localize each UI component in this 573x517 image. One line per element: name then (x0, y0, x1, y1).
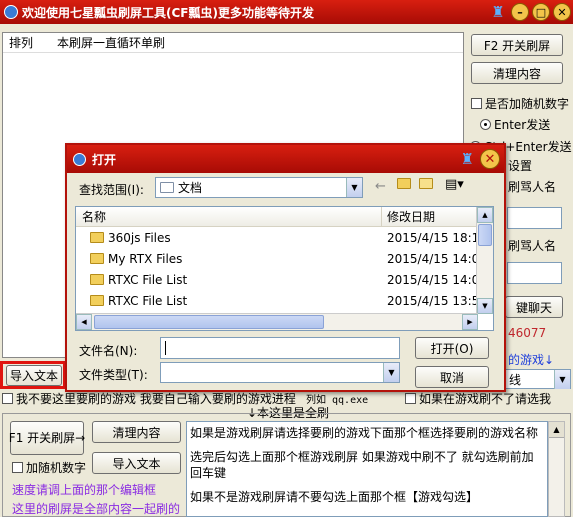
list-header: 排列 本刷屏一直循环单刷 (3, 33, 463, 53)
file-name: RTXC File List (108, 272, 188, 287)
look-in-select[interactable]: 文档 ▼ (155, 177, 363, 198)
bottom-clear-button[interactable]: 清理内容 (92, 421, 181, 443)
dialog-title-bar: 打开 ♜ ✕ (67, 145, 504, 173)
bottom-random-digit-checkbox[interactable] (12, 462, 23, 473)
skin-icon[interactable]: ♜ (461, 150, 474, 168)
bottom-random-digit-option[interactable]: 加随机数字 (12, 459, 86, 476)
random-digit-checkbox[interactable] (471, 98, 482, 109)
enter-send-option[interactable]: Enter发送 (480, 116, 550, 133)
back-arrow-icon[interactable]: ← (375, 179, 386, 194)
f2-toggle-button[interactable]: F2 开关刷屏 (471, 34, 563, 56)
enter-send-radio[interactable] (480, 119, 491, 130)
up-folder-icon[interactable] (397, 178, 411, 193)
text-cursor (165, 341, 166, 355)
column-name[interactable]: 名称 (76, 207, 382, 226)
close-button[interactable]: ✕ (553, 3, 571, 21)
vscroll-thumb[interactable] (478, 224, 492, 246)
dialog-close-button[interactable]: ✕ (480, 149, 500, 169)
file-row[interactable]: My RTX Files 2015/4/15 14:03 (76, 248, 493, 269)
help-paragraph: 选完后勾选上面那个框游戏刷屏 如果游戏中刷不了 就勾选刷前加回车键 (190, 450, 534, 480)
game-link[interactable]: 的游戏↓ (508, 351, 554, 368)
scroll-up-icon[interactable]: ▲ (549, 422, 564, 438)
scroll-up-icon[interactable]: ▲ (477, 207, 493, 223)
hscroll-thumb[interactable] (94, 315, 324, 329)
info-hint: 这里的刷屏是全部内容一起刷的 (12, 502, 181, 516)
folder-icon (90, 274, 104, 285)
insult-name-input-2[interactable] (507, 262, 562, 284)
file-name: My RTX Files (108, 251, 183, 266)
help-scrollbar[interactable]: ▲ (548, 421, 565, 517)
bottom-random-digit-label: 加随机数字 (26, 461, 87, 475)
random-digit-option[interactable]: 是否加随机数字 (471, 95, 569, 112)
list-header-content[interactable]: 本刷屏一直循环单刷 (51, 34, 165, 51)
scroll-left-icon[interactable]: ◀ (76, 314, 92, 330)
file-name: 360js Files (108, 230, 171, 245)
file-list-vscrollbar[interactable]: ▲ ▼ (476, 207, 493, 314)
filetype-select[interactable]: ▼ (160, 362, 400, 383)
file-row[interactable]: RTXC File List 2015/4/15 13:59 (76, 290, 493, 311)
folder-icon (90, 232, 104, 243)
file-list-header: 名称 修改日期 (76, 207, 493, 227)
file-date: 2015/4/15 14:03 (387, 272, 487, 287)
dialog-title: 打开 (92, 152, 117, 167)
chevron-down-icon[interactable]: ▼ (346, 178, 362, 197)
help-textarea[interactable]: 如果是游戏刷屏请选择要刷的游戏下面那个框选择要刷的游戏名称 选完后勾选上面那个框… (186, 421, 548, 517)
file-list-hscrollbar[interactable]: ◀ ▶ (76, 313, 478, 330)
window-title: 欢迎使用七星瓢虫刷屏工具(CF瓢虫)更多功能等待开发 (22, 5, 314, 20)
scroll-down-icon[interactable]: ▼ (477, 298, 493, 314)
folder-icon (90, 253, 104, 264)
file-list[interactable]: 名称 修改日期 360js Files 2015/4/15 18:13 My R… (75, 206, 494, 331)
file-date: 2015/4/15 14:03 (387, 251, 487, 266)
filename-label: 文件名(N): (79, 344, 138, 358)
settings-label: 设置 (508, 159, 533, 173)
look-in-label: 查找范围(I): (79, 183, 144, 197)
chat-button[interactable]: 键聊天 (505, 296, 563, 318)
help-paragraph: 如果不是游戏刷屏请不要勾选上面那个框【游戏勾选】 (190, 490, 479, 504)
column-date[interactable]: 修改日期 (382, 207, 435, 226)
insult-name-label-2: 刷骂人名 (508, 239, 557, 253)
filename-input[interactable] (160, 337, 400, 359)
line-select[interactable]: 线 ▼ (505, 369, 571, 389)
random-digit-label: 是否加随机数字 (485, 97, 570, 111)
import-text-button[interactable]: 导入文本 (6, 365, 62, 386)
file-date: 2015/4/15 13:59 (387, 293, 487, 308)
main-title-bar: 欢迎使用七星瓢虫刷屏工具(CF瓢虫)更多功能等待开发 ♜ – □ ✕ (0, 0, 573, 24)
file-row[interactable]: RTXC File List 2015/4/15 14:03 (76, 269, 493, 290)
if-fail-label: 如果在游戏刷不了请选我 (419, 392, 552, 406)
documents-icon (160, 182, 174, 193)
file-row[interactable]: 360js Files 2015/4/15 18:13 (76, 227, 493, 248)
insult-name-input-1[interactable] (507, 207, 562, 229)
chevron-down-icon[interactable]: ▼ (383, 363, 399, 382)
file-name: RTXC File List (108, 293, 188, 308)
view-menu-icon[interactable]: ▤▾ (445, 177, 464, 192)
speed-hint: 速度请调上面的那个编辑框 (12, 483, 157, 497)
bottom-import-button[interactable]: 导入文本 (92, 452, 181, 474)
app-icon (4, 5, 18, 19)
enter-send-label: Enter发送 (494, 118, 551, 132)
maximize-button[interactable]: □ (532, 3, 550, 21)
folder-icon (90, 295, 104, 306)
filetype-label: 文件类型(T): (79, 368, 148, 382)
custom-process-checkbox[interactable] (2, 393, 13, 404)
dialog-app-icon (73, 152, 86, 166)
cancel-button[interactable]: 取消 (415, 366, 489, 388)
open-file-dialog: 打开 ♜ ✕ 查找范围(I): 文档 ▼ ← ▤▾ 名称 修改日期 360js … (65, 143, 506, 392)
list-header-order[interactable]: 排列 (3, 34, 51, 51)
help-paragraph: 如果是游戏刷屏请选择要刷的游戏下面那个框选择要刷的游戏名称 (190, 426, 539, 440)
skin-icon[interactable]: ♜ (489, 3, 507, 21)
open-button[interactable]: 打开(O) (415, 337, 489, 359)
new-folder-icon[interactable] (419, 178, 433, 193)
line-select-value: 线 (509, 372, 522, 387)
scroll-right-icon[interactable]: ▶ (462, 314, 478, 330)
chevron-down-icon[interactable]: ▼ (554, 370, 570, 389)
f1-toggle-button[interactable]: F1 开关刷屏→ (9, 421, 85, 455)
file-date: 2015/4/15 18:13 (387, 230, 487, 245)
look-in-value: 文档 (178, 181, 203, 195)
clear-content-button[interactable]: 清理内容 (471, 62, 563, 84)
if-fail-checkbox[interactable] (405, 393, 416, 404)
if-fail-option[interactable]: 如果在游戏刷不了请选我 (405, 390, 551, 407)
insult-name-label-1: 刷骂人名 (508, 180, 557, 194)
minimize-button[interactable]: – (511, 3, 529, 21)
qq-number-text: 46077 (508, 326, 547, 340)
